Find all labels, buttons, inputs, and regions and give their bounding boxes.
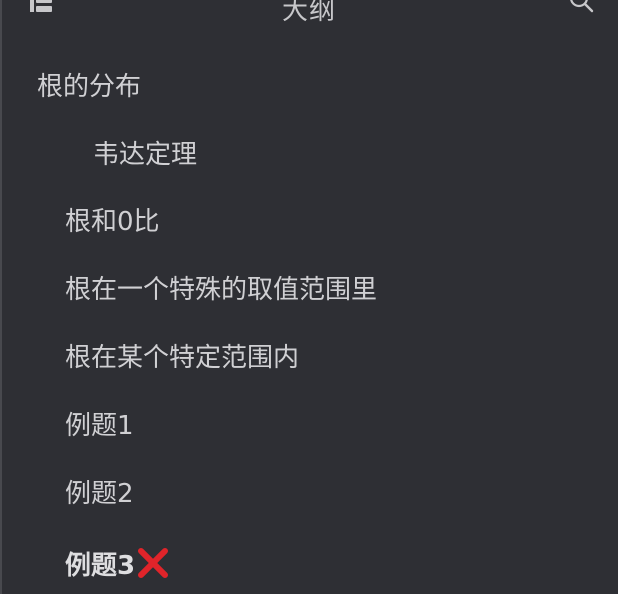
outline-header: 大纲 <box>0 0 618 30</box>
outline-item[interactable]: 韦达定理 <box>93 139 197 171</box>
outline-item-active[interactable]: 例题3 <box>65 546 170 582</box>
outline-item-label: 韦达定理 <box>93 140 198 170</box>
outline-item[interactable]: 根在某个特定范围内 <box>65 342 299 374</box>
outline-item[interactable]: 例题2 <box>65 478 134 510</box>
outline-item-label: 例题1 <box>65 411 134 441</box>
outline-item-label: 根和0比 <box>65 207 160 237</box>
panel-left-border <box>0 0 2 594</box>
cross-mark-icon <box>136 546 170 580</box>
outline-item-label: 根在一个特殊的取值范围里 <box>65 275 378 305</box>
search-icon[interactable] <box>568 0 596 16</box>
panel-title: 大纲 <box>281 0 336 26</box>
outline-item-label: 例题3 <box>65 551 136 581</box>
outline-item-label: 例题2 <box>65 479 134 509</box>
outline-item-label: 根在某个特定范围内 <box>65 343 300 373</box>
outline-item[interactable]: 根在一个特殊的取值范围里 <box>65 274 377 306</box>
outline-item[interactable]: 根和0比 <box>65 206 160 238</box>
outline-item-label: 根的分布 <box>37 72 142 102</box>
outline-item[interactable]: 根的分布 <box>37 71 141 103</box>
outline-item[interactable]: 例题1 <box>65 410 134 442</box>
